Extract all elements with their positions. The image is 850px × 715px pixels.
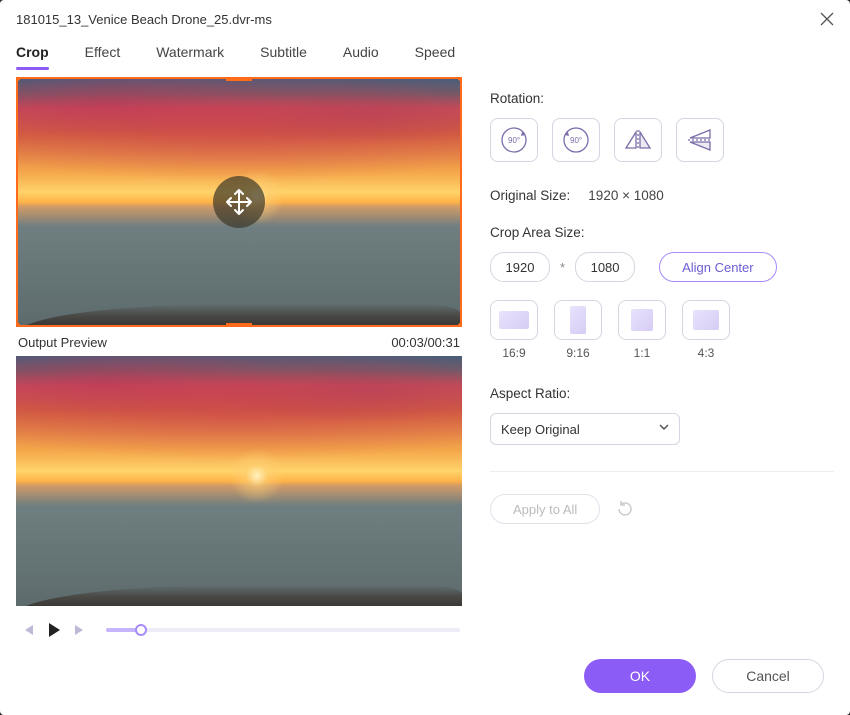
close-button[interactable] bbox=[818, 10, 836, 28]
window-title: 181015_13_Venice Beach Drone_25.dvr-ms bbox=[16, 12, 272, 27]
aspect-1-1-button[interactable]: 1:1 bbox=[618, 300, 666, 360]
flip-vertical-icon bbox=[686, 128, 714, 152]
cancel-button[interactable]: Cancel bbox=[712, 659, 824, 693]
crop-handle-top-right[interactable] bbox=[448, 77, 462, 91]
crop-area-label: Crop Area Size: bbox=[490, 225, 834, 240]
crop-handle-bottom-left[interactable] bbox=[16, 313, 30, 327]
rotation-buttons: 90° 90° bbox=[490, 118, 834, 162]
ok-button[interactable]: OK bbox=[584, 659, 696, 693]
playback-controls bbox=[16, 606, 462, 640]
aspect-16-9-label: 16:9 bbox=[502, 346, 525, 360]
crop-handle-top[interactable] bbox=[226, 77, 252, 81]
aspect-16-9-icon bbox=[490, 300, 538, 340]
divider bbox=[490, 471, 834, 472]
align-center-button[interactable]: Align Center bbox=[659, 252, 777, 282]
aspect-ratio-presets: 16:9 9:16 1:1 4:3 bbox=[490, 300, 834, 360]
original-size-label: Original Size: bbox=[490, 188, 570, 203]
seek-track[interactable] bbox=[106, 628, 460, 632]
prev-frame-button[interactable] bbox=[18, 620, 38, 640]
rotate-cw-button[interactable]: 90° bbox=[490, 118, 538, 162]
aspect-ratio-label: Aspect Ratio: bbox=[490, 386, 834, 401]
dialog-footer: OK Cancel bbox=[0, 641, 850, 715]
svg-text:90°: 90° bbox=[570, 136, 582, 145]
crop-width-input[interactable] bbox=[490, 252, 550, 282]
rotate-ccw-button[interactable]: 90° bbox=[552, 118, 600, 162]
tab-watermark[interactable]: Watermark bbox=[156, 38, 224, 70]
output-frame bbox=[16, 356, 462, 606]
output-preview-label: Output Preview bbox=[18, 335, 107, 350]
move-icon bbox=[224, 187, 254, 217]
titlebar: 181015_13_Venice Beach Drone_25.dvr-ms bbox=[0, 0, 850, 38]
crop-handle-top-left[interactable] bbox=[16, 77, 30, 91]
play-icon bbox=[46, 622, 62, 638]
crop-handle-bottom-right[interactable] bbox=[448, 313, 462, 327]
tab-subtitle[interactable]: Subtitle bbox=[260, 38, 307, 70]
crop-preview[interactable] bbox=[16, 77, 462, 327]
rotation-label: Rotation: bbox=[490, 91, 834, 106]
aspect-9-16-button[interactable]: 9:16 bbox=[554, 300, 602, 360]
next-frame-button[interactable] bbox=[70, 620, 90, 640]
flip-horizontal-icon bbox=[624, 128, 652, 152]
tab-crop[interactable]: Crop bbox=[16, 38, 49, 70]
aspect-9-16-icon bbox=[554, 300, 602, 340]
step-back-icon bbox=[21, 623, 35, 637]
seek-thumb[interactable] bbox=[135, 624, 147, 636]
rotate-ccw-90-icon: 90° bbox=[560, 125, 592, 155]
preview-info-bar: Output Preview 00:03/00:31 bbox=[16, 327, 462, 356]
aspect-4-3-button[interactable]: 4:3 bbox=[682, 300, 730, 360]
tabs: Crop Effect Watermark Subtitle Audio Spe… bbox=[0, 38, 850, 71]
settings-column: Rotation: 90° 90° Original Size: 1920 × … bbox=[490, 77, 834, 641]
aspect-9-16-label: 9:16 bbox=[566, 346, 589, 360]
crop-height-input[interactable] bbox=[575, 252, 635, 282]
aspect-4-3-icon bbox=[682, 300, 730, 340]
video-edit-dialog: 181015_13_Venice Beach Drone_25.dvr-ms C… bbox=[0, 0, 850, 715]
aspect-ratio-select-wrap: Keep Original bbox=[490, 413, 680, 445]
flip-horizontal-button[interactable] bbox=[614, 118, 662, 162]
output-preview bbox=[16, 356, 462, 606]
tab-audio[interactable]: Audio bbox=[343, 38, 379, 70]
move-crop-control[interactable] bbox=[213, 176, 265, 228]
crop-size-row: * Align Center bbox=[490, 252, 834, 282]
tab-effect[interactable]: Effect bbox=[85, 38, 121, 70]
aspect-1-1-icon bbox=[618, 300, 666, 340]
multiply-symbol: * bbox=[560, 260, 565, 275]
play-button[interactable] bbox=[44, 620, 64, 640]
tab-speed[interactable]: Speed bbox=[415, 38, 455, 70]
crop-handle-bottom[interactable] bbox=[226, 323, 252, 327]
aspect-4-3-label: 4:3 bbox=[698, 346, 715, 360]
step-forward-icon bbox=[73, 623, 87, 637]
flip-vertical-button[interactable] bbox=[676, 118, 724, 162]
apply-to-all-button[interactable]: Apply to All bbox=[490, 494, 600, 524]
aspect-1-1-label: 1:1 bbox=[634, 346, 651, 360]
close-icon bbox=[820, 12, 834, 26]
original-size-value: 1920 × 1080 bbox=[588, 188, 663, 203]
timecode: 00:03/00:31 bbox=[391, 335, 460, 350]
aspect-16-9-button[interactable]: 16:9 bbox=[490, 300, 538, 360]
aspect-ratio-select[interactable]: Keep Original bbox=[490, 413, 680, 445]
apply-row: Apply to All bbox=[490, 494, 834, 524]
svg-text:90°: 90° bbox=[508, 136, 520, 145]
original-size-row: Original Size: 1920 × 1080 bbox=[490, 188, 834, 203]
rotate-cw-90-icon: 90° bbox=[498, 125, 530, 155]
preview-column: Output Preview 00:03/00:31 bbox=[16, 77, 462, 641]
reset-icon[interactable] bbox=[616, 500, 634, 518]
